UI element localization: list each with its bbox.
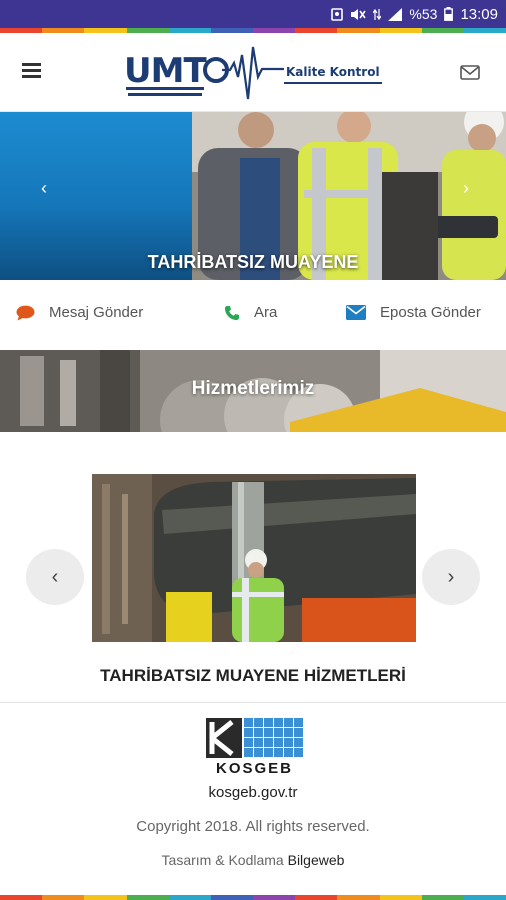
hero-next-arrow[interactable]: › [456, 178, 476, 200]
kosgeb-logo-graphic [206, 718, 303, 758]
rainbow-stripe-bottom [0, 895, 506, 900]
battery-percent: %53 [409, 6, 438, 22]
signal-icon [388, 7, 403, 21]
carousel-prev-button[interactable]: ‹ [26, 549, 84, 605]
hero-prev-arrow[interactable]: ‹ [34, 178, 54, 200]
service-image[interactable] [92, 474, 416, 642]
credits-prefix: Tasarım & Kodlama [161, 852, 284, 868]
rainbow-segment [463, 895, 506, 900]
hero-caption: TAHRİBATSIZ MUAYENE [147, 252, 359, 272]
service-title: TAHRİBATSIZ MUAYENE HİZMETLERİ [100, 666, 406, 685]
status-icons: %53 13:09 [331, 5, 498, 23]
app-header: UMT Kalite Kontrol [0, 33, 506, 112]
rainbow-segment [126, 895, 169, 900]
services-title: Hizmetlerimiz [191, 378, 315, 399]
rainbow-segment [42, 895, 85, 900]
pipe-inspection-photo [92, 474, 416, 642]
services-banner: Hizmetlerimiz [0, 350, 506, 432]
umt-logo[interactable]: UMT Kalite Kontrol [124, 41, 386, 107]
credits: Tasarım & Kodlama Bilgeweb [0, 852, 506, 868]
send-email-button[interactable]: Eposta Gönder [346, 304, 481, 321]
hamburger-menu-icon[interactable] [22, 61, 46, 83]
logo-text: UMT [124, 51, 207, 91]
kosgeb-logo[interactable]: KOSGEB [206, 718, 303, 780]
phone-icon [224, 305, 240, 321]
copyright-text: Copyright 2018. All rights reserved. [136, 818, 370, 835]
logo-subtitle: Kalite Kontrol [286, 65, 380, 79]
footer-divider [0, 702, 506, 703]
kosgeb-site-link[interactable]: kosgeb.gov.tr [0, 784, 506, 801]
rainbow-segment [253, 895, 296, 900]
envelope-icon [346, 305, 366, 320]
call-label: Ara [254, 304, 278, 321]
rainbow-segment [421, 895, 464, 900]
chat-icon [16, 305, 35, 321]
rainbow-segment [379, 895, 422, 900]
rainbow-segment [0, 895, 43, 900]
kosgeb-name: KOSGEB [215, 760, 293, 777]
data-icon [373, 8, 382, 21]
send-email-label: Eposta Gönder [380, 304, 481, 321]
rainbow-segment [295, 895, 338, 900]
hero-slider[interactable]: ‹ › TAHRİBATSIZ MUAYENE [0, 112, 506, 280]
mute-icon [350, 8, 367, 21]
call-button[interactable]: Ara [224, 304, 277, 321]
credits-brand-link[interactable]: Bilgeweb [288, 852, 345, 868]
rainbow-segment [337, 895, 380, 900]
clock: 13:09 [460, 5, 498, 23]
contact-bar: Mesaj Gönder Ara Eposta Gönder [0, 280, 506, 350]
rainbow-segment [210, 895, 254, 900]
send-message-button[interactable]: Mesaj Gönder [16, 304, 143, 321]
rainbow-segment [84, 895, 127, 900]
carousel-next-button[interactable]: › [422, 549, 480, 605]
send-message-label: Mesaj Gönder [49, 304, 144, 321]
image-notification-icon [331, 7, 344, 21]
mail-icon[interactable] [460, 65, 480, 80]
battery-icon [444, 7, 454, 21]
status-bar: %53 13:09 [0, 0, 506, 28]
rainbow-segment [168, 895, 211, 900]
